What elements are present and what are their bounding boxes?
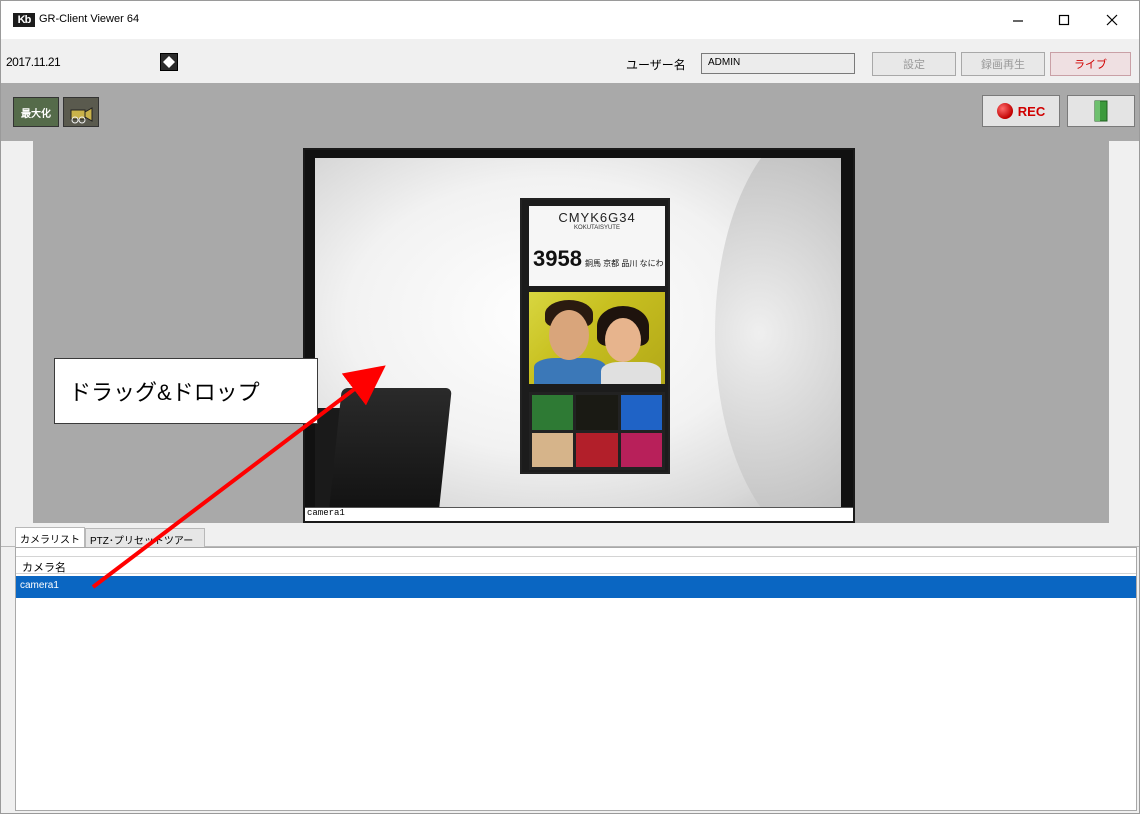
maximize-button[interactable] xyxy=(1041,1,1087,39)
diamond-settings-icon xyxy=(163,56,175,68)
app-window: Kb GR-Client Viewer 64 2017.11.21 ユーザー名 … xyxy=(0,0,1140,814)
maximize-view-button[interactable]: 最大化 xyxy=(13,97,59,127)
top-bar: 2017.11.21 ユーザー名 ADMIN 設定 録画再生 ライブ xyxy=(1,39,1139,83)
close-icon xyxy=(1106,14,1118,26)
minimize-button[interactable] xyxy=(995,1,1041,39)
camera-video-frame[interactable]: CMYK6G34 KOKUTAISYUTE 3958銅馬 京都 品川 なにわ xyxy=(303,148,855,523)
settings-button[interactable]: 設定 xyxy=(872,52,956,76)
chart-subheading: KOKUTAISYUTE xyxy=(574,225,620,231)
date-settings-button[interactable] xyxy=(160,53,178,71)
camera-feed-image: CMYK6G34 KOKUTAISYUTE 3958 銅馬 京都 品川 なにわ xyxy=(315,158,841,508)
tab-ptz-preset-tour[interactable]: PTZ･プリセットツアー xyxy=(85,528,205,547)
camera-list: カメラ名 camera1 xyxy=(15,547,1137,811)
tab-camera-list[interactable]: カメラリスト xyxy=(15,527,85,548)
ptz-button[interactable] xyxy=(63,97,99,127)
username-field[interactable]: ADMIN xyxy=(701,53,855,74)
minimize-icon xyxy=(1013,20,1023,22)
tab-bar: カメラリスト PTZ･プリセットツアー xyxy=(1,525,1139,548)
color-patches xyxy=(529,392,665,470)
chart-heading: CMYK6G34 xyxy=(558,210,636,225)
app-logo: Kb xyxy=(13,13,35,27)
username-label: ユーザー名 xyxy=(626,58,686,72)
list-item[interactable]: camera1 xyxy=(16,576,1136,598)
window-title: GR-Client Viewer 64 xyxy=(39,13,140,25)
date-display: 2017.11.21 xyxy=(6,55,61,69)
video-camera-label: camera1 xyxy=(307,508,345,518)
record-button[interactable]: REC xyxy=(982,95,1060,127)
chart-number: 3958 銅馬 京都 品川 なにわ xyxy=(533,246,664,271)
live-button[interactable]: ライブ xyxy=(1050,52,1131,76)
camera-name-column-header[interactable]: カメラ名 xyxy=(16,556,1136,574)
ptz-camera-icon xyxy=(70,107,93,124)
record-dot-icon xyxy=(996,103,1013,119)
view-toolbar: 最大化 REC xyxy=(1,83,1139,141)
exit-door-icon xyxy=(1094,100,1108,122)
maximize-icon xyxy=(1058,14,1070,26)
playback-button[interactable]: 録画再生 xyxy=(961,52,1045,76)
record-label: REC xyxy=(1017,103,1046,119)
close-button[interactable] xyxy=(1089,1,1135,39)
test-chart: CMYK6G34 KOKUTAISYUTE 3958 銅馬 京都 品川 なにわ xyxy=(520,198,670,474)
drag-drop-callout: ドラッグ&ドロップ xyxy=(54,358,318,424)
title-bar: Kb GR-Client Viewer 64 xyxy=(1,1,1139,39)
exit-button[interactable] xyxy=(1067,95,1135,127)
chart-photo xyxy=(529,292,665,384)
